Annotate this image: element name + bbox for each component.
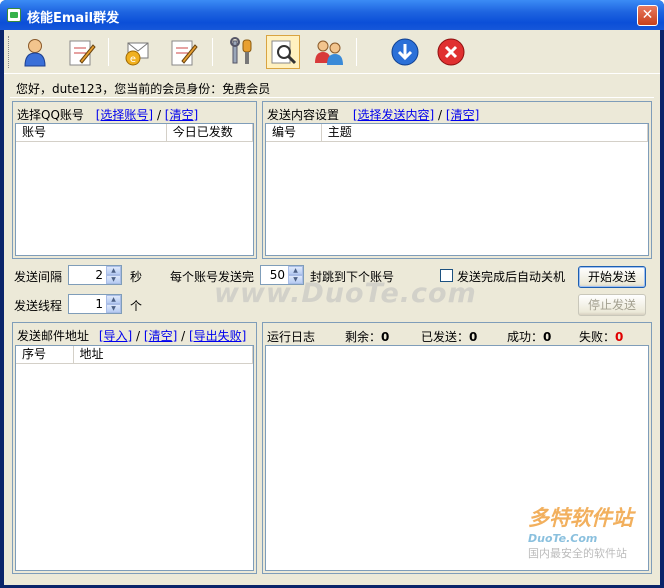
welcome-text: 您好，dute123，您当前的会员身份：免费会员	[16, 82, 271, 96]
exit-icon[interactable]	[434, 35, 468, 69]
address-list[interactable]: 序号 地址	[15, 345, 254, 571]
column-index[interactable]: 序号	[16, 346, 74, 364]
users-icon[interactable]	[312, 35, 346, 69]
select-account-link[interactable]: [选择账号]	[96, 108, 153, 122]
compose-icon[interactable]	[166, 35, 200, 69]
tools-icon[interactable]	[224, 35, 258, 69]
content-list-header: 编号 主题	[266, 124, 648, 142]
download-icon[interactable]	[388, 35, 422, 69]
qq-panel-header: 选择QQ账号 [选择账号] / [清空]	[17, 108, 199, 122]
app-window: 核能Email群发 ✕ e 您好，dute123，您当前的会员身份：免费会员 选…	[0, 0, 664, 588]
content-panel-header: 发送内容设置 [选择发送内容] / [清空]	[267, 108, 480, 122]
title-bar[interactable]: 核能Email群发 ✕	[0, 0, 664, 30]
toolbar-separator	[212, 38, 213, 66]
spin-down-icon[interactable]: ▼	[106, 304, 121, 313]
email-icon[interactable]: e	[120, 35, 154, 69]
watermark-corner: 多特软件站 DuoTe.Com 国内最安全的软件站	[528, 502, 633, 561]
clear-account-link[interactable]: [清空]	[165, 108, 198, 122]
watermark-corner-sub: DuoTe.Com	[528, 532, 598, 545]
success-label: 成功：	[507, 330, 544, 344]
content-list[interactable]: 编号 主题	[265, 123, 649, 256]
content-panel-label: 发送内容设置	[267, 108, 340, 122]
remaining-value: 0	[381, 330, 390, 344]
select-content-link[interactable]: [选择发送内容]	[353, 108, 434, 122]
divider	[10, 97, 654, 98]
spin-down-icon[interactable]: ▼	[106, 275, 121, 284]
user-icon[interactable]	[18, 35, 52, 69]
close-window-button[interactable]: ✕	[637, 5, 658, 26]
qq-list-header: 账号 今日已发数	[16, 124, 253, 142]
threads-spin-buttons: ▲ ▼	[106, 295, 121, 313]
toolbar-separator	[108, 38, 109, 66]
toolbar-grip[interactable]	[8, 36, 10, 68]
start-send-button[interactable]: 开始发送	[578, 266, 646, 288]
watermark-center: www.DuoTe.com	[214, 278, 477, 309]
fail-stat: 失败：0	[579, 328, 623, 345]
qq-account-panel: 选择QQ账号 [选择账号] / [清空] 账号 今日已发数	[12, 101, 257, 259]
qq-panel-label: 选择QQ账号	[17, 108, 84, 122]
client-area: e 您好，dute123，您当前的会员身份：免费会员 选择QQ账号 [选择账号]…	[4, 30, 660, 585]
address-panel-header: 发送邮件地址 [导入] / [清空] / [导出失败]	[17, 329, 247, 343]
threads-label: 发送线程	[14, 299, 63, 313]
interval-spin-buttons: ▲ ▼	[106, 266, 121, 284]
remaining-stat: 剩余：0	[345, 328, 389, 345]
edit-icon[interactable]	[64, 35, 98, 69]
app-icon	[7, 8, 21, 22]
remaining-label: 剩余：	[345, 330, 382, 344]
toolbar: e	[4, 30, 660, 74]
window-title: 核能Email群发	[27, 11, 120, 26]
fail-label: 失败：	[579, 330, 616, 344]
qq-account-list[interactable]: 账号 今日已发数	[15, 123, 254, 256]
interval-label: 发送间隔	[14, 270, 63, 284]
spin-up-icon[interactable]: ▲	[106, 266, 121, 275]
clear-content-link[interactable]: [清空]	[446, 108, 479, 122]
sent-value: 0	[469, 330, 478, 344]
sent-label: 已发送：	[421, 330, 470, 344]
stop-send-button[interactable]: 停止发送	[578, 294, 646, 316]
address-panel: 发送邮件地址 [导入] / [清空] / [导出失败] 序号 地址	[12, 322, 257, 574]
toolbar-separator	[356, 38, 357, 66]
content-settings-panel: 发送内容设置 [选择发送内容] / [清空] 编号 主题	[262, 101, 652, 259]
interval-stepper[interactable]: 2 ▲ ▼	[68, 265, 122, 285]
spin-up-icon[interactable]: ▲	[288, 266, 303, 275]
threads-value: 1	[95, 297, 103, 311]
log-label: 运行日志	[267, 330, 316, 344]
svg-text:e: e	[130, 54, 136, 65]
threads-unit: 个	[130, 299, 143, 313]
watermark-corner-foot: 国内最安全的软件站	[528, 547, 627, 560]
address-panel-label: 发送邮件地址	[17, 329, 90, 343]
success-stat: 成功：0	[507, 328, 551, 345]
address-list-header: 序号 地址	[16, 346, 253, 364]
search-icon[interactable]	[266, 35, 300, 69]
watermark-corner-main: 多特软件站	[528, 506, 633, 530]
fail-value: 0	[615, 330, 624, 344]
clear-address-link[interactable]: [清空]	[144, 329, 177, 343]
success-value: 0	[543, 330, 552, 344]
interval-unit: 秒	[130, 270, 143, 284]
interval-value: 2	[95, 268, 103, 282]
column-number[interactable]: 编号	[266, 124, 322, 142]
sent-stat: 已发送：0	[421, 328, 477, 345]
threads-stepper[interactable]: 1 ▲ ▼	[68, 294, 122, 314]
export-failed-link[interactable]: [导出失败]	[189, 329, 246, 343]
column-sent-today[interactable]: 今日已发数	[167, 124, 253, 142]
column-address[interactable]: 地址	[74, 346, 253, 364]
column-subject[interactable]: 主题	[322, 124, 648, 142]
column-account[interactable]: 账号	[16, 124, 167, 142]
import-link[interactable]: [导入]	[99, 329, 132, 343]
spin-up-icon[interactable]: ▲	[106, 295, 121, 304]
